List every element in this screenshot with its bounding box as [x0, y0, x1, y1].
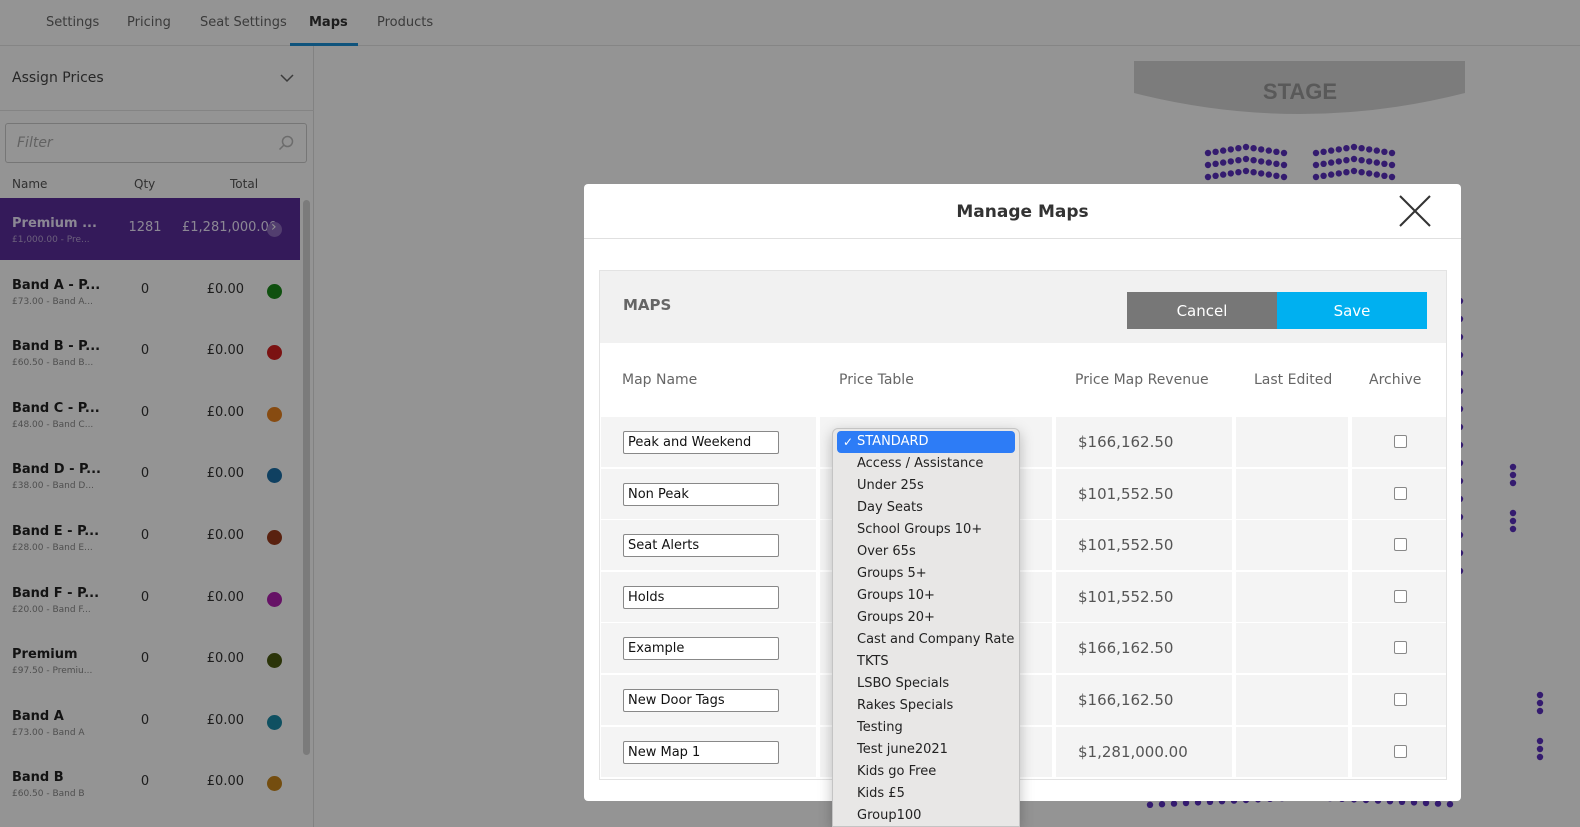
archive-checkbox[interactable] [1394, 744, 1407, 758]
price-table-option[interactable]: Testing [837, 717, 1015, 739]
checkmark-icon: ✓ [843, 435, 854, 449]
price-map-revenue: $101,552.50 [1078, 587, 1174, 606]
price-table-option[interactable]: Groups 20+ [837, 607, 1015, 629]
manage-maps-modal: Manage Maps MAPS Cancel Save Map Name Pr… [584, 184, 1461, 801]
modal-title: Manage Maps [956, 202, 1089, 222]
option-label: School Groups 10+ [857, 522, 983, 537]
option-label: TKTS [857, 654, 889, 669]
price-table-option[interactable]: Cast and Company Rate [837, 629, 1015, 651]
option-label: Over 65s [857, 544, 916, 559]
price-table-option[interactable]: Kids £5 [837, 783, 1015, 805]
archive-checkbox[interactable] [1394, 693, 1407, 706]
price-table-option[interactable]: ✓ STANDARD [837, 431, 1015, 453]
option-label: Kids £5 [857, 786, 905, 801]
maps-panel: MAPS Cancel Save Map Name Price Table Pr… [599, 270, 1447, 780]
column-header-price-table: Price Table [839, 372, 914, 388]
archive-checkbox[interactable] [1394, 641, 1407, 655]
price-map-revenue: $101,552.50 [1078, 484, 1174, 503]
cancel-button[interactable]: Cancel [1127, 292, 1277, 329]
table-row: $101,552.50 [601, 468, 1446, 519]
price-table-option[interactable]: Groups 10+ [837, 585, 1015, 607]
price-table-option[interactable]: Day Seats [837, 497, 1015, 519]
map-name-input[interactable] [623, 740, 779, 764]
archive-checkbox[interactable] [1394, 538, 1407, 552]
price-table-option[interactable]: Group100 [837, 805, 1015, 826]
price-table-option[interactable]: Groups 5+ [837, 563, 1015, 585]
price-table-dropdown[interactable]: ✓ STANDARD Access / Assistance Under 25s Day… [832, 428, 1020, 827]
column-header-map-name: Map Name [622, 372, 698, 388]
price-table-option[interactable]: School Groups 10+ [837, 519, 1015, 541]
table-row: $101,552.50 [601, 571, 1446, 622]
table-row: $166,162.50 [601, 417, 1446, 467]
option-label: Rakes Specials [857, 698, 954, 713]
option-label: Groups 10+ [857, 588, 935, 603]
maps-panel-title: MAPS [623, 296, 672, 314]
close-icon[interactable] [1396, 192, 1434, 230]
column-header-last-edited: Last Edited [1254, 372, 1333, 388]
map-name-input[interactable] [623, 689, 779, 712]
option-label: Test june2021 [857, 742, 948, 757]
option-label: Cast and Company Rate [857, 632, 1015, 647]
price-table-option[interactable]: Over 65s [837, 541, 1015, 563]
price-table-option[interactable]: LSBO Specials [837, 673, 1015, 695]
price-table-option[interactable]: Test june2021 [837, 739, 1015, 761]
option-label: Kids go Free [857, 764, 937, 779]
option-label: STANDARD [857, 434, 929, 449]
map-name-input[interactable] [623, 482, 779, 506]
price-map-revenue: $101,552.50 [1078, 536, 1174, 555]
map-name-input[interactable] [623, 585, 779, 609]
archive-checkbox[interactable] [1394, 486, 1407, 500]
price-table-option[interactable]: Under 25s [837, 475, 1015, 497]
option-label: LSBO Specials [857, 676, 950, 691]
option-label: Group100 [857, 808, 922, 823]
option-label: Groups 5+ [857, 566, 927, 581]
modal-divider [584, 238, 1461, 239]
option-label: Testing [857, 720, 903, 735]
table-row: $166,162.50 [601, 675, 1446, 725]
option-label: Groups 20+ [857, 610, 935, 625]
archive-checkbox[interactable] [1394, 435, 1407, 448]
price-table-option[interactable]: Kids go Free [837, 761, 1015, 783]
maps-panel-header: MAPS Cancel Save [600, 271, 1446, 343]
save-button[interactable]: Save [1277, 292, 1427, 329]
option-label: Access / Assistance [857, 456, 984, 471]
map-name-input[interactable] [623, 431, 779, 454]
option-label: Day Seats [857, 500, 923, 515]
option-label: Under 25s [857, 478, 924, 493]
column-header-archive: Archive [1369, 372, 1422, 388]
price-table-option[interactable]: TKTS [837, 651, 1015, 673]
price-map-revenue: $1,281,000.00 [1078, 742, 1188, 761]
price-map-revenue: $166,162.50 [1078, 691, 1174, 709]
map-name-input[interactable] [623, 534, 779, 558]
archive-checkbox[interactable] [1394, 589, 1407, 603]
column-header-price-map-revenue: Price Map Revenue [1075, 372, 1209, 388]
price-map-revenue: $166,162.50 [1078, 433, 1174, 451]
table-row: $101,552.50 [601, 520, 1446, 571]
price-table-option[interactable]: Access / Assistance [837, 453, 1015, 475]
map-name-input[interactable] [623, 637, 779, 661]
table-row: $166,162.50 [601, 623, 1446, 674]
price-map-revenue: $166,162.50 [1078, 639, 1174, 658]
price-table-option[interactable]: Rakes Specials [837, 695, 1015, 717]
table-row: $1,281,000.00 [601, 726, 1446, 777]
